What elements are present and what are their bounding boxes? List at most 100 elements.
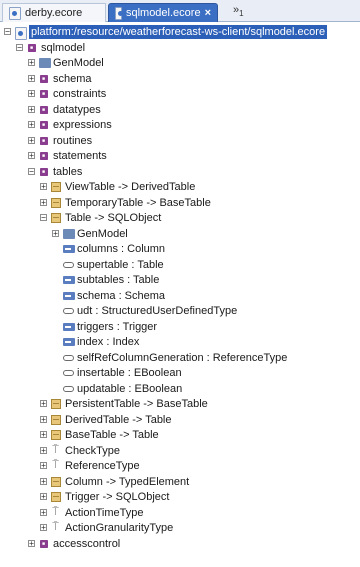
tree-row[interactable]: − tables: [0, 164, 360, 180]
expand-icon[interactable]: +: [28, 105, 35, 113]
tree-row[interactable]: + TemporaryTable -> BaseTable: [0, 195, 360, 211]
tab-derby-ecore[interactable]: derby.ecore: [2, 3, 106, 22]
tree-row[interactable]: + ⍑ ActionTimeType: [0, 505, 360, 521]
tree-row[interactable]: + PersistentTable -> BaseTable: [0, 396, 360, 412]
attribute-icon: [63, 370, 74, 376]
collapse-icon[interactable]: −: [16, 43, 23, 51]
tree-row[interactable]: − Table -> SQLObject: [0, 210, 360, 226]
expand-icon[interactable]: +: [40, 183, 47, 191]
reference-icon: [63, 245, 75, 253]
tree-row[interactable]: insertable : EBoolean: [0, 365, 360, 381]
tree-row[interactable]: + Trigger -> SQLObject: [0, 489, 360, 505]
tree-item-label: datatypes: [53, 103, 101, 116]
expand-icon[interactable]: +: [28, 152, 35, 160]
tree-row[interactable]: + DerivedTable -> Table: [0, 412, 360, 428]
tree-item-label: schema: [53, 72, 92, 85]
tree-row[interactable]: + schema: [0, 71, 360, 87]
package-icon: [40, 121, 48, 129]
tree-item-label: constraints: [53, 88, 107, 100]
expand-icon[interactable]: +: [28, 539, 35, 547]
attribute-icon: [63, 308, 74, 314]
tree-row[interactable]: supertable : Table: [0, 257, 360, 273]
class-icon: [51, 399, 61, 409]
class-icon: [51, 430, 61, 440]
expand-icon[interactable]: +: [40, 198, 47, 206]
tree-row[interactable]: + GenModel: [0, 55, 360, 71]
tree-row[interactable]: schema : Schema: [0, 288, 360, 304]
tree-item-label: Trigger -> SQLObject: [65, 491, 170, 503]
tree-row[interactable]: triggers : Trigger: [0, 319, 360, 335]
tree-row[interactable]: udt : StructuredUserDefinedType: [0, 303, 360, 319]
tree-item-label: CheckType: [65, 444, 121, 457]
tree-item-label: GenModel: [53, 57, 104, 69]
expand-icon[interactable]: +: [40, 493, 47, 501]
tree-item-label: index : Index: [77, 336, 140, 348]
package-icon: [28, 43, 36, 52]
tab-overflow-button[interactable]: »1: [233, 4, 244, 18]
package-icon: [40, 74, 48, 83]
expand-icon[interactable]: +: [40, 462, 47, 470]
ecore-file-icon: [115, 6, 123, 20]
tree-item-label: ViewTable -> DerivedTable: [65, 181, 196, 193]
expand-icon[interactable]: +: [40, 524, 47, 532]
tree-row[interactable]: index : Index: [0, 334, 360, 350]
expand-icon[interactable]: +: [28, 136, 35, 144]
expand-icon[interactable]: +: [40, 477, 47, 485]
tree-row[interactable]: + ⍑ ActionGranularityType: [0, 520, 360, 536]
tree-row[interactable]: + ⍑ ReferenceType: [0, 458, 360, 474]
tree-row[interactable]: subtables : Table: [0, 272, 360, 288]
tree-row[interactable]: + statements: [0, 148, 360, 164]
collapse-icon[interactable]: −: [40, 214, 47, 222]
tab-sqlmodel-ecore[interactable]: sqlmodel.ecore ×: [108, 3, 218, 22]
tree-item-label: platform:/resource/weatherforecast-ws-cl…: [29, 25, 328, 39]
tree-row[interactable]: columns : Column: [0, 241, 360, 257]
ecore-file-icon: [9, 6, 21, 20]
expand-icon[interactable]: +: [28, 59, 35, 67]
enum-icon: ⍑: [52, 459, 59, 471]
tree-item-label: tables: [53, 165, 83, 178]
tab-overflow-count: 1: [239, 9, 244, 19]
tree-row[interactable]: + routines: [0, 133, 360, 149]
tree-row[interactable]: − sqlmodel: [0, 40, 360, 56]
tree-item-label: subtables : Table: [77, 274, 160, 286]
package-icon: [40, 167, 48, 176]
tree-row[interactable]: + accesscontrol: [0, 536, 360, 552]
tree-row[interactable]: − platform:/resource/weatherforecast-ws-c…: [0, 24, 360, 40]
tab-label: derby.ecore: [25, 7, 83, 19]
tree-row[interactable]: + constraints: [0, 86, 360, 102]
tree-item-label: ActionGranularityType: [65, 522, 174, 534]
collapse-icon[interactable]: −: [28, 167, 35, 175]
annotation-icon: [39, 58, 51, 68]
collapse-icon[interactable]: −: [4, 28, 11, 36]
expand-icon[interactable]: +: [40, 446, 47, 454]
expand-icon[interactable]: +: [40, 415, 47, 423]
attribute-icon: [63, 261, 74, 268]
tree-row[interactable]: + GenModel: [0, 226, 360, 242]
close-icon[interactable]: ×: [205, 7, 211, 19]
tree-item-label: updatable : EBoolean: [77, 382, 183, 395]
reference-icon: [63, 338, 75, 346]
tree-row[interactable]: + BaseTable -> Table: [0, 427, 360, 443]
tree-row[interactable]: + ⍑ CheckType: [0, 443, 360, 459]
attribute-icon: [63, 354, 74, 361]
tree-row[interactable]: + Column -> TypedElement: [0, 474, 360, 490]
tree-item-label: columns : Column: [77, 243, 166, 255]
expand-icon[interactable]: +: [52, 229, 59, 237]
tree-row[interactable]: + expressions: [0, 117, 360, 133]
tree-item-label: Table -> SQLObject: [65, 212, 162, 224]
expand-icon[interactable]: +: [40, 431, 47, 439]
tree-row[interactable]: + ViewTable -> DerivedTable: [0, 179, 360, 195]
tree-row[interactable]: updatable : EBoolean: [0, 381, 360, 397]
expand-icon[interactable]: +: [28, 121, 35, 129]
class-icon: [51, 197, 61, 208]
expand-icon[interactable]: +: [28, 74, 35, 82]
expand-icon[interactable]: +: [40, 508, 47, 516]
tree-item-label: sqlmodel: [41, 41, 86, 54]
expand-icon[interactable]: +: [28, 90, 35, 98]
package-icon: [40, 136, 48, 145]
enum-icon: ⍑: [52, 505, 59, 518]
expand-icon[interactable]: +: [40, 400, 47, 408]
class-icon: [51, 213, 61, 223]
tree-row[interactable]: + datatypes: [0, 102, 360, 118]
tree-row[interactable]: selfRefColumnGeneration : ReferenceType: [0, 350, 360, 366]
